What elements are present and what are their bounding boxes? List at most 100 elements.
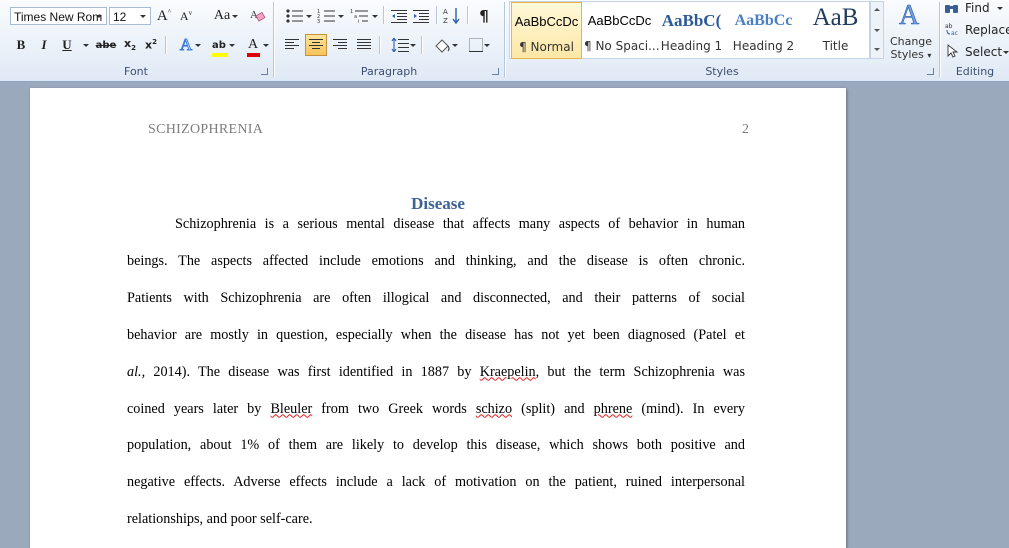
- chevron-down-icon: [195, 44, 201, 47]
- multilevel-list-button[interactable]: 1ai: [345, 6, 378, 26]
- show-marks-button[interactable]: ¶: [474, 6, 494, 26]
- text-run: population, about 1% of them are likely …: [127, 437, 745, 454]
- font-dialog-launcher[interactable]: [261, 68, 268, 75]
- chevron-down-icon: [1003, 51, 1009, 54]
- styles-gallery: AaBbCcDc ¶ Normal AaBbCcDc ¶ No Spaci...…: [509, 1, 870, 59]
- paragraph-group: 123 1ai AZ ¶ Paragraph: [275, 0, 503, 80]
- increase-indent-button[interactable]: [411, 6, 431, 26]
- divider: [273, 2, 274, 77]
- scroll-up-icon[interactable]: [874, 8, 880, 11]
- select-button[interactable]: Select: [945, 44, 1009, 60]
- style-name: ¶ Normal: [519, 40, 574, 54]
- superscript-button[interactable]: x2: [142, 36, 160, 54]
- highlight-color-swatch: [212, 52, 229, 57]
- style-sample: AaBbC(: [661, 11, 722, 30]
- paragraph-line: relationships, and poor self-care.: [127, 511, 745, 528]
- chevron-down-icon: [372, 15, 378, 18]
- svg-text:ac: ac: [951, 30, 958, 36]
- clear-formatting-button[interactable]: A: [247, 5, 267, 25]
- paragraph-line: beings. The aspects affected include emo…: [127, 253, 745, 270]
- font-name-combo[interactable]: Times New Rom: [10, 7, 107, 25]
- text-effects-icon: A: [179, 35, 193, 55]
- align-right-button[interactable]: [329, 35, 351, 55]
- sort-button[interactable]: AZ: [441, 6, 463, 26]
- decrease-indent-button[interactable]: [389, 6, 409, 26]
- increase-indent-icon: [413, 10, 429, 23]
- numbering-button[interactable]: 123: [313, 6, 344, 26]
- sort-icon: AZ: [443, 8, 460, 25]
- shrink-font-button[interactable]: Av: [176, 6, 196, 26]
- style-normal[interactable]: AaBbCcDc ¶ Normal: [511, 2, 582, 59]
- borders-button[interactable]: [461, 35, 491, 55]
- underline-button[interactable]: U: [58, 36, 76, 54]
- style-no-spacing[interactable]: AaBbCcDc ¶ No Spaci...: [584, 2, 660, 59]
- binoculars-icon: [945, 5, 958, 13]
- subscript-button[interactable]: x2: [121, 36, 139, 54]
- bold-button[interactable]: B: [12, 36, 30, 54]
- font-group: Times New Rom 12 A^ Av Aa A B I U abe x2…: [0, 0, 272, 80]
- replace-button[interactable]: ab ac Replace: [945, 22, 1009, 38]
- chevron-down-icon: [306, 15, 312, 18]
- document-page[interactable]: SCHIZOPHRENIA 2 Disease Schizophrenia is…: [30, 88, 846, 548]
- svg-text:1: 1: [350, 9, 353, 15]
- italic-button[interactable]: I: [35, 36, 53, 54]
- superscript-icon: x2: [145, 38, 157, 52]
- justify-button[interactable]: [353, 35, 375, 55]
- change-styles-button[interactable]: A Change Styles ▾: [887, 0, 935, 64]
- find-button[interactable]: Find: [945, 1, 1009, 17]
- paragraph-line: Patients with Schizophrenia are often il…: [127, 290, 745, 307]
- chevron-down-icon[interactable]: [137, 8, 150, 24]
- center-button[interactable]: [305, 34, 327, 56]
- grow-font-icon: A^: [156, 7, 172, 24]
- chevron-down-icon: [997, 7, 1003, 10]
- replace-icon: abac: [945, 23, 958, 36]
- text-run: 2014). The disease was first identified …: [145, 363, 480, 380]
- more-styles-icon[interactable]: [874, 48, 880, 51]
- svg-text:ab: ab: [945, 23, 953, 30]
- style-sample: AaBbCc: [734, 12, 793, 29]
- divider: [165, 36, 166, 54]
- shading-button[interactable]: [427, 35, 458, 55]
- svg-text:3: 3: [317, 19, 320, 24]
- misspelled-word: phrene: [593, 400, 633, 417]
- clear-formatting-icon: A: [250, 9, 266, 22]
- font-name-value: Times New Rom: [14, 10, 103, 24]
- style-name: Heading 1: [660, 39, 723, 53]
- style-title[interactable]: AaB Title: [800, 2, 871, 59]
- underline-icon: U: [62, 37, 72, 52]
- bullets-button[interactable]: [281, 6, 312, 26]
- text-run: beings. The aspects affected include emo…: [127, 252, 745, 269]
- text-run: (mind). In every: [632, 400, 745, 417]
- paragraph-group-label: Paragraph: [360, 65, 418, 78]
- line-spacing-button[interactable]: [385, 35, 416, 55]
- text-effects-button[interactable]: A: [173, 35, 201, 55]
- svg-text:a: a: [354, 14, 357, 20]
- strikethrough-icon: abe: [95, 39, 117, 51]
- align-left-button[interactable]: [281, 35, 303, 55]
- italic-icon: I: [41, 37, 47, 52]
- running-head: SCHIZOPHRENIA: [148, 122, 264, 137]
- font-size-combo[interactable]: 12: [109, 7, 151, 25]
- font-color-swatch: [246, 53, 260, 57]
- font-color-button[interactable]: A: [239, 35, 269, 57]
- italic-text: al.,: [127, 363, 146, 380]
- paragraph-dialog-launcher[interactable]: [492, 68, 499, 75]
- chevron-down-icon[interactable]: [93, 8, 106, 24]
- style-sample: AaBbCcDc: [514, 14, 579, 29]
- style-name: Heading 2: [732, 39, 795, 53]
- styles-dialog-launcher[interactable]: [927, 68, 934, 75]
- strikethrough-button[interactable]: abe: [93, 36, 119, 54]
- scroll-down-icon[interactable]: [874, 29, 880, 32]
- paragraph-line: negative effects. Adverse effects includ…: [127, 474, 745, 491]
- misspelled-word: Bleuler: [270, 400, 313, 417]
- style-heading-2[interactable]: AaBbCc Heading 2: [728, 2, 799, 59]
- misspelled-word: Kraepelin: [479, 363, 536, 380]
- divider: [939, 2, 940, 77]
- chevron-down-icon[interactable]: [83, 44, 89, 47]
- change-case-button[interactable]: Aa: [206, 6, 238, 26]
- style-heading-1[interactable]: AaBbC( Heading 1: [656, 2, 727, 59]
- style-name: Title: [822, 39, 849, 53]
- highlight-button[interactable]: ab: [205, 35, 235, 57]
- grow-font-button[interactable]: A^: [154, 6, 174, 26]
- styles-group-label: Styles: [705, 65, 739, 78]
